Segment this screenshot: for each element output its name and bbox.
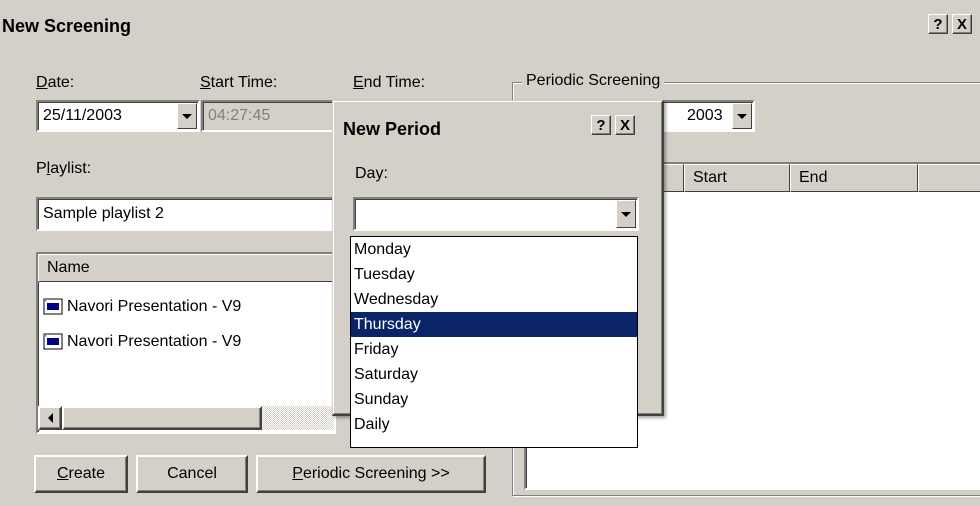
end-time-label: End Time: (353, 74, 426, 91)
list-item-label: Navori Presentation - V9 (67, 298, 242, 315)
column-header-name[interactable]: Name (38, 254, 334, 282)
playlist-label: Playlist: (36, 160, 92, 177)
periodic-date-value: 2003 (687, 107, 723, 124)
playlist-input[interactable]: Sample playlist 2 (36, 197, 336, 231)
start-time-label: Start Time: (200, 74, 278, 91)
close-button[interactable]: X (952, 14, 972, 34)
help-button[interactable]: ? (928, 14, 948, 34)
start-time-label-text: tart Time: (210, 74, 278, 91)
day-dropdown-list[interactable]: Monday Tuesday Wednesday Thursday Friday… (350, 236, 638, 448)
start-time-value: 04:27:45 (208, 107, 271, 124)
chevron-down-icon (182, 113, 192, 119)
day-option-sunday[interactable]: Sunday (351, 387, 637, 412)
day-option-thursday[interactable]: Thursday (351, 312, 637, 337)
date-label-text: ate: (47, 74, 75, 91)
date-label: Date: (36, 74, 75, 91)
date-dropdown-button[interactable] (177, 103, 197, 129)
horizontal-scrollbar[interactable] (38, 406, 334, 430)
playlist-value: Sample playlist 2 (43, 205, 164, 222)
presentation-file-icon (42, 298, 64, 315)
periodic-group-label: Periodic Screening (522, 72, 665, 90)
column-header-start[interactable]: Start (684, 164, 790, 192)
day-option-wednesday[interactable]: Wednesday (351, 287, 637, 312)
new-period-close-button[interactable]: X (615, 115, 635, 135)
day-option-tuesday[interactable]: Tuesday (351, 262, 637, 287)
day-option-daily[interactable]: Daily (351, 412, 637, 437)
list-item-label: Navori Presentation - V9 (67, 333, 242, 350)
new-period-title: New Period (343, 119, 442, 139)
cancel-button[interactable]: Cancel (136, 455, 248, 493)
periodic-date-dropdown-button[interactable] (732, 103, 752, 129)
list-item[interactable]: Navori Presentation - V9 (42, 298, 241, 316)
day-select[interactable] (353, 197, 639, 231)
media-list[interactable]: Name Navori Presentation - V9 Navori Pre… (36, 252, 336, 434)
create-button-rest: reate (68, 465, 106, 482)
end-time-label-text: nd Time: (363, 74, 426, 91)
window-title: New Screening (2, 16, 132, 36)
day-label: Day: (355, 165, 388, 182)
start-time-field: 04:27:45 (201, 100, 335, 132)
date-value: 25/11/2003 (43, 107, 122, 124)
chevron-down-icon (621, 211, 631, 217)
column-header-end[interactable]: End (790, 164, 918, 192)
date-field[interactable]: 25/11/2003 (36, 100, 200, 132)
column-header-extra[interactable] (918, 164, 980, 192)
day-option-friday[interactable]: Friday (351, 337, 637, 362)
scroll-left-button[interactable] (38, 406, 62, 430)
list-item[interactable]: Navori Presentation - V9 (42, 333, 241, 351)
scroll-thumb[interactable] (62, 406, 262, 430)
presentation-file-icon (42, 333, 64, 350)
day-option-saturday[interactable]: Saturday (351, 362, 637, 387)
chevron-down-icon (737, 113, 747, 119)
new-period-help-button[interactable]: ? (591, 115, 611, 135)
day-option-monday[interactable]: Monday (351, 237, 637, 262)
create-button[interactable]: Create (34, 455, 128, 493)
day-dropdown-button[interactable] (616, 200, 636, 228)
periodic-screening-button[interactable]: Periodic Screening >> (256, 455, 486, 493)
chevron-left-icon (47, 413, 53, 423)
periodic-button-rest: eriodic Screening >> (302, 465, 450, 482)
